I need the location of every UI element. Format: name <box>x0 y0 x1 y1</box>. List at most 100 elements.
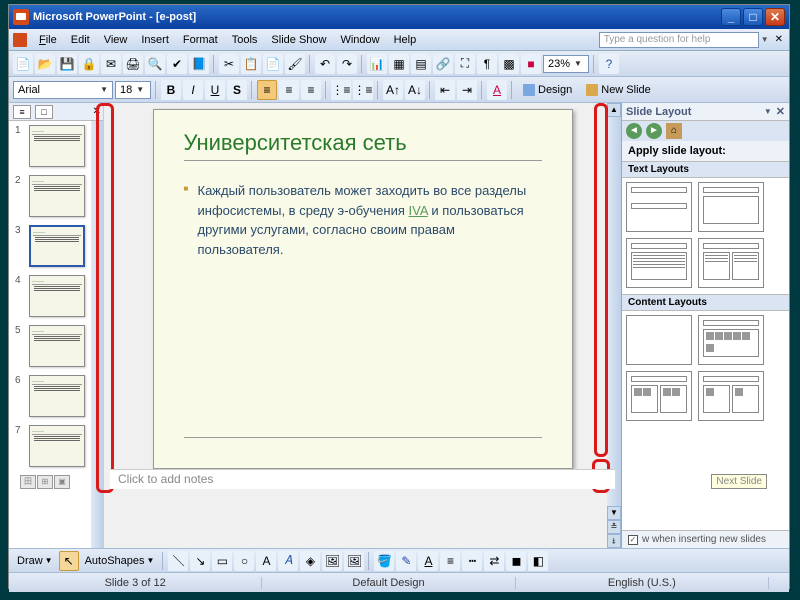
menu-file[interactable]: File <box>33 32 63 48</box>
layout-two-content[interactable] <box>626 371 692 421</box>
layout-title-only[interactable] <box>626 182 692 232</box>
line-style-icon[interactable]: ≡ <box>440 551 460 571</box>
picture-icon[interactable]: 🖼 <box>344 551 364 571</box>
arrow-style-icon[interactable]: ⇄ <box>484 551 504 571</box>
select-icon[interactable]: ↖ <box>59 551 79 571</box>
thumbnail-5[interactable]: 5——— <box>9 321 91 371</box>
thumbnail-1[interactable]: 1——— <box>9 121 91 171</box>
slideshow-view-button[interactable]: ▣ <box>54 475 70 489</box>
menu-help[interactable]: Help <box>388 32 423 48</box>
scroll-up-icon[interactable]: ▲ <box>607 103 621 117</box>
expand-icon[interactable]: ⛶ <box>455 54 475 74</box>
slide-body[interactable]: Каждый пользователь может заходить во вс… <box>184 181 542 259</box>
decrease-indent-icon[interactable]: ⇤ <box>435 80 455 100</box>
tables-borders-icon[interactable]: ▤ <box>411 54 431 74</box>
increase-indent-icon[interactable]: ⇥ <box>457 80 477 100</box>
line-color-icon[interactable]: ✎ <box>396 551 416 571</box>
taskpane-close-button[interactable]: ✕ <box>776 105 785 118</box>
dash-style-icon[interactable]: ┅ <box>462 551 482 571</box>
draw-menu[interactable]: Draw ▼ <box>13 555 57 567</box>
show-formatting-icon[interactable]: ¶ <box>477 54 497 74</box>
layout-blank[interactable] <box>626 315 692 365</box>
menu-insert[interactable]: Insert <box>135 32 175 48</box>
taskpane-dropdown-icon[interactable]: ▼ <box>764 107 772 116</box>
format-painter-icon[interactable]: 🖌 <box>285 54 305 74</box>
outline-tab[interactable]: ≡ <box>13 105 31 119</box>
thumbnail-2[interactable]: 2——— <box>9 171 91 221</box>
zoom-combo[interactable]: 23%▼ <box>543 55 589 73</box>
undo-icon[interactable]: ↶ <box>315 54 335 74</box>
normal-view-button[interactable]: 田 <box>20 475 36 489</box>
menu-format[interactable]: Format <box>177 32 224 48</box>
autoshapes-menu[interactable]: AutoShapes ▼ <box>81 555 159 567</box>
arrow-icon[interactable]: ↘ <box>190 551 210 571</box>
thumbnail-4[interactable]: 4——— <box>9 271 91 321</box>
3d-style-icon[interactable]: ◧ <box>528 551 548 571</box>
underline-icon[interactable]: U <box>205 80 225 100</box>
slides-tab[interactable]: □ <box>35 105 53 119</box>
numbering-icon[interactable]: ⋮≡ <box>331 80 351 100</box>
slide-link[interactable]: IVA <box>409 203 428 218</box>
sorter-view-button[interactable]: ⊞ <box>37 475 53 489</box>
email-icon[interactable]: ✉ <box>101 54 121 74</box>
new-icon[interactable]: 📄 <box>13 54 33 74</box>
decrease-font-icon[interactable]: A↓ <box>405 80 425 100</box>
align-left-icon[interactable]: ≡ <box>257 80 277 100</box>
diagram-icon[interactable]: ◈ <box>300 551 320 571</box>
notes-pane[interactable]: 田 ⊞ ▣ Click to add notes Next Slide <box>110 469 615 489</box>
bold-icon[interactable]: B <box>161 80 181 100</box>
italic-icon[interactable]: I <box>183 80 203 100</box>
spelling-icon[interactable]: ✔ <box>167 54 187 74</box>
permission-icon[interactable]: 🔒 <box>79 54 99 74</box>
maximize-button[interactable]: □ <box>743 8 763 26</box>
shadow-icon[interactable]: S <box>227 80 247 100</box>
design-button[interactable]: Design <box>517 80 578 100</box>
increase-font-icon[interactable]: A↑ <box>383 80 403 100</box>
menu-tools[interactable]: Tools <box>226 32 264 48</box>
shadow-style-icon[interactable]: ◼ <box>506 551 526 571</box>
preview-icon[interactable]: 🔍 <box>145 54 165 74</box>
slide-canvas[interactable]: Университетская сеть Каждый пользователь… <box>153 109 573 469</box>
help-search[interactable]: Type a question for help <box>599 32 759 48</box>
font-color-icon[interactable]: A <box>487 80 507 100</box>
menu-slideshow[interactable]: Slide Show <box>265 32 332 48</box>
textbox-icon[interactable]: A <box>256 551 276 571</box>
grid-icon[interactable]: ▩ <box>499 54 519 74</box>
research-icon[interactable]: 📘 <box>189 54 209 74</box>
paste-icon[interactable]: 📄 <box>263 54 283 74</box>
menu-edit[interactable]: Edit <box>65 32 96 48</box>
clipart-icon[interactable]: 🖼 <box>322 551 342 571</box>
open-icon[interactable]: 📂 <box>35 54 55 74</box>
thumbnail-3[interactable]: 3——— <box>9 221 91 271</box>
font-combo[interactable]: Arial▼ <box>13 81 113 99</box>
thumbnail-6[interactable]: 6——— <box>9 371 91 421</box>
scroll-down-icon[interactable]: ▼ <box>607 506 621 520</box>
copy-icon[interactable]: 📋 <box>241 54 261 74</box>
menu-window[interactable]: Window <box>334 32 385 48</box>
layout-title-content[interactable] <box>698 182 764 232</box>
close-button[interactable]: ✕ <box>765 8 785 26</box>
fill-color-icon[interactable]: 🪣 <box>374 551 394 571</box>
cut-icon[interactable]: ✂ <box>219 54 239 74</box>
rectangle-icon[interactable]: ▭ <box>212 551 232 571</box>
thumbnail-7[interactable]: 7——— <box>9 421 91 471</box>
forward-icon[interactable]: ► <box>646 123 662 139</box>
doc-close-button[interactable]: ✕ <box>773 34 785 45</box>
layout-title-text[interactable] <box>626 238 692 288</box>
wordart-icon[interactable]: 𝐴 <box>278 551 298 571</box>
hyperlink-icon[interactable]: 🔗 <box>433 54 453 74</box>
help-icon[interactable]: ? <box>599 54 619 74</box>
bullets-icon[interactable]: ⋮≡ <box>353 80 373 100</box>
align-right-icon[interactable]: ≡ <box>301 80 321 100</box>
print-icon[interactable]: 🖨 <box>123 54 143 74</box>
home-icon[interactable]: ⌂ <box>666 123 682 139</box>
slide-title[interactable]: Университетская сеть <box>184 130 542 161</box>
layout-four-content[interactable] <box>698 371 764 421</box>
next-slide-button[interactable]: ⤈ <box>607 534 621 548</box>
save-icon[interactable]: 💾 <box>57 54 77 74</box>
redo-icon[interactable]: ↷ <box>337 54 357 74</box>
fontsize-combo[interactable]: 18▼ <box>115 81 151 99</box>
table-icon[interactable]: ▦ <box>389 54 409 74</box>
align-center-icon[interactable]: ≡ <box>279 80 299 100</box>
color-icon[interactable]: ■ <box>521 54 541 74</box>
